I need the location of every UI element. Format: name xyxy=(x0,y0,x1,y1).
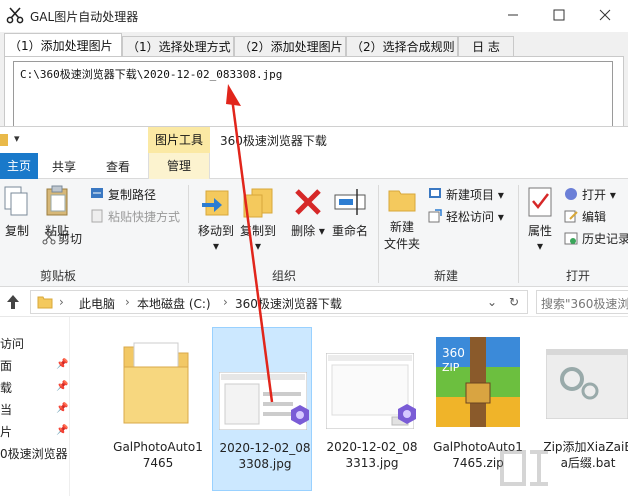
watermark-logo xyxy=(500,450,548,486)
annotation-arrow xyxy=(226,84,274,403)
